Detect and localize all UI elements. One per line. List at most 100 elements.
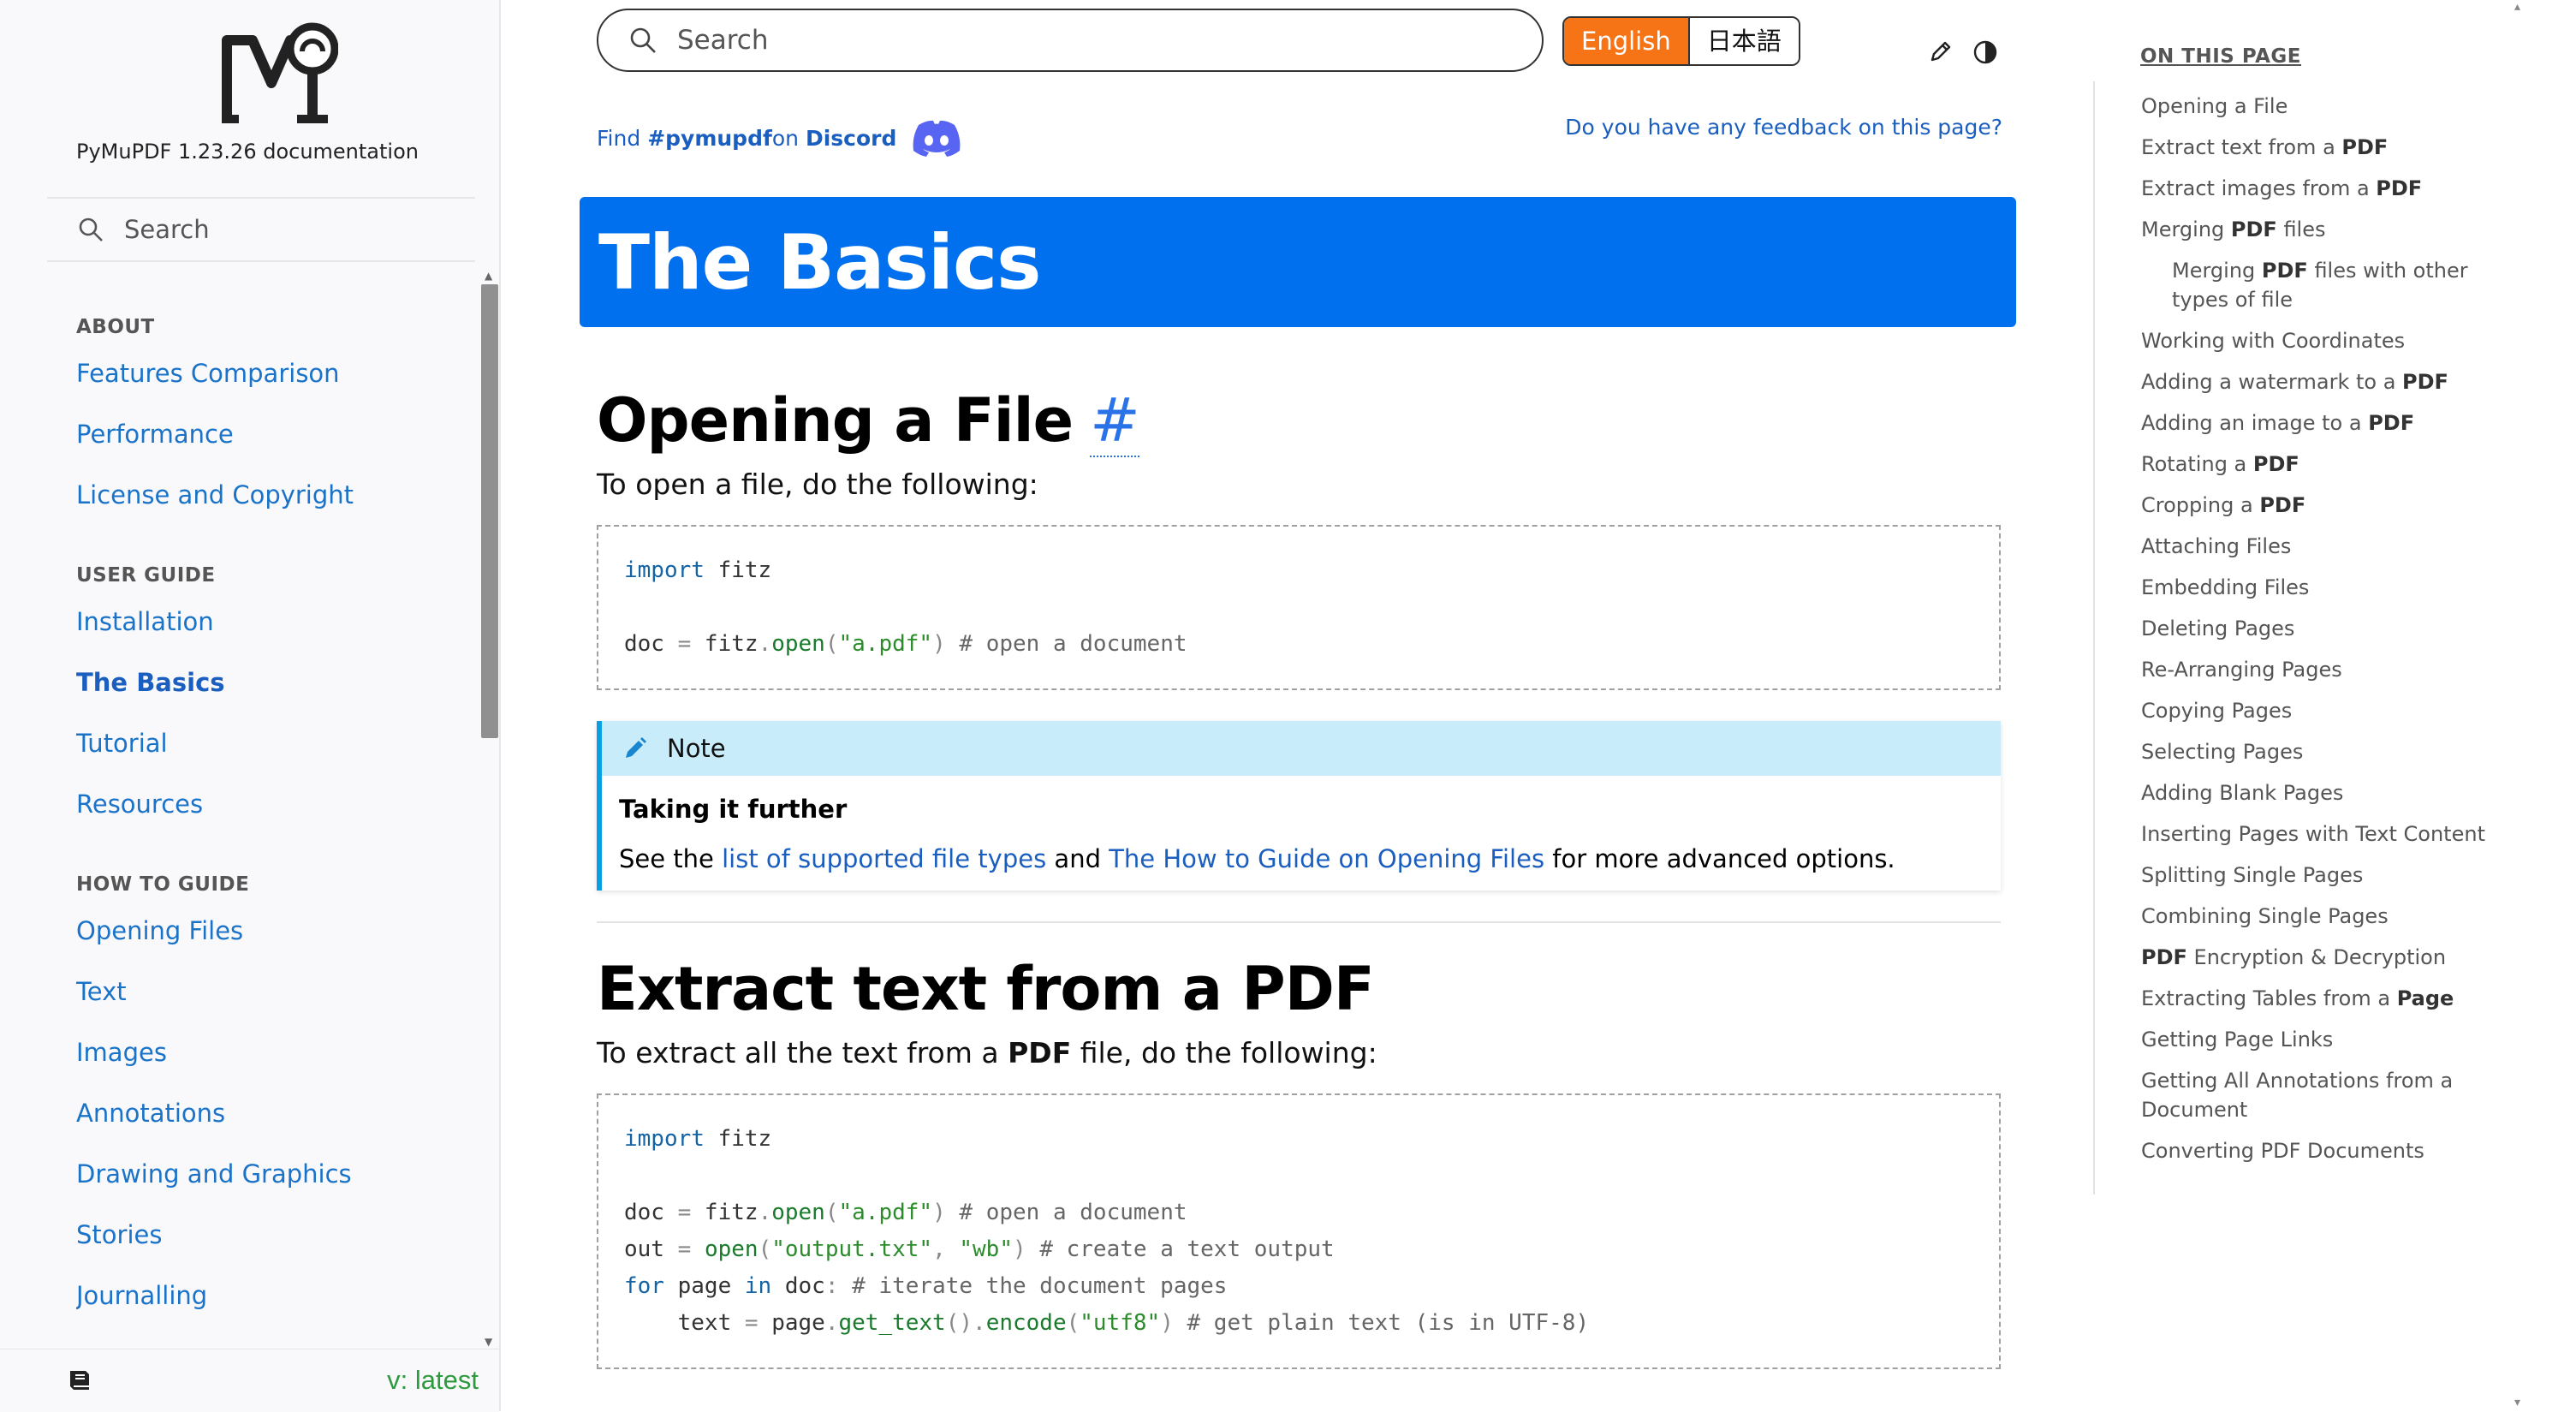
sidebar-item-resources[interactable]: Resources [76, 787, 470, 821]
sidebar-item-images[interactable]: Images [76, 1035, 470, 1069]
code-token: open [704, 1236, 759, 1262]
pencil-icon[interactable] [1928, 39, 1954, 64]
code-token: # open a document [959, 1200, 1187, 1225]
scroll-up-arrow-icon[interactable]: ▲ [485, 270, 492, 282]
code-token: ( [824, 631, 839, 657]
sidebar-item-stories[interactable]: Stories [76, 1218, 470, 1252]
code-token: in [744, 1273, 772, 1299]
code-line: out = open("output.txt", "wb") # create … [624, 1231, 1973, 1268]
toc-item[interactable]: Embedding Files [2141, 573, 2518, 602]
toc-item-text: Copying Pages [2141, 699, 2293, 723]
sidebar-item-license-and-copyright[interactable]: License and Copyright [76, 478, 470, 512]
discord-callout[interactable]: Find #pymupdf on Discord [597, 118, 963, 158]
toc-item[interactable]: Splitting Single Pages [2141, 861, 2518, 890]
toc-item[interactable]: Extracting Tables from a Page [2141, 984, 2518, 1013]
toc-item[interactable]: Working with Coordinates [2141, 326, 2518, 355]
theme-toggle-icon[interactable] [1972, 39, 1999, 66]
language-japanese-button[interactable]: 日本語 [1689, 18, 1799, 64]
intro-pre: To extract all the text from a [597, 1036, 1008, 1069]
toc-item-text: Converting PDF Documents [2141, 1139, 2424, 1163]
project-title[interactable]: PyMuPDF 1.23.26 documentation [76, 140, 419, 164]
code-token: ( [758, 1236, 772, 1262]
toc-item[interactable]: Extract images from a PDF [2141, 174, 2518, 203]
language-switcher: English 日本語 [1562, 16, 1800, 66]
main-search-box[interactable] [597, 9, 1544, 72]
sidebar-item-drawing-and-graphics[interactable]: Drawing and Graphics [76, 1157, 470, 1191]
toc-item[interactable]: Merging PDF files with other types of fi… [2172, 256, 2518, 314]
toc-item[interactable]: Getting Page Links [2141, 1025, 2518, 1054]
sidebar-item-installation[interactable]: Installation [76, 605, 470, 639]
toc-item[interactable]: Getting All Annotations from a Document [2141, 1066, 2518, 1124]
sidebar-item-performance[interactable]: Performance [76, 417, 470, 451]
book-icon[interactable] [67, 1368, 92, 1392]
discord-channel[interactable]: #pymupdf [647, 126, 772, 151]
sidebar-caption: HOW TO GUIDE [76, 873, 250, 896]
toc-item[interactable]: Converting PDF Documents [2141, 1136, 2518, 1165]
sidebar-item-the-basics[interactable]: The Basics [76, 665, 470, 700]
toc-item-text: Extracting Tables from a [2141, 986, 2397, 1010]
toc-item[interactable]: Re-Arranging Pages [2141, 655, 2518, 684]
sidebar-item-features-comparison[interactable]: Features Comparison [76, 356, 470, 390]
code-token: # open a document [959, 631, 1187, 657]
toc-title: ON THIS PAGE [2140, 45, 2302, 68]
page-scroll-up-arrow-icon[interactable]: ▴ [2514, 0, 2520, 14]
toc-item[interactable]: Selecting Pages [2141, 737, 2518, 766]
toc-item[interactable]: Attaching Files [2141, 532, 2518, 561]
toc-item-text: PDF [2259, 493, 2306, 517]
toc-item-text: Rotating a [2141, 452, 2253, 476]
toc-item[interactable]: Extract text from a PDF [2141, 133, 2518, 162]
toc-item[interactable]: Adding an image to a PDF [2141, 408, 2518, 438]
discord-icon[interactable] [910, 118, 963, 158]
toc-item[interactable]: Adding Blank Pages [2141, 778, 2518, 807]
heading-anchor-link[interactable]: # [1090, 385, 1140, 457]
sidebar-caption: ABOUT [76, 316, 155, 338]
toc-item[interactable]: Adding a watermark to a PDF [2141, 367, 2518, 396]
toc-item-text: Extract text from a [2141, 135, 2342, 159]
toc-item[interactable]: Rotating a PDF [2141, 450, 2518, 479]
page-scroll-down-arrow-icon[interactable]: ▾ [2514, 1396, 2520, 1409]
sidebar-item-text[interactable]: Text [76, 974, 470, 1009]
sidebar-item-journalling[interactable]: Journalling [76, 1278, 470, 1313]
code-token: out [624, 1236, 678, 1262]
version-selector[interactable]: v: latest [387, 1365, 479, 1396]
main-search-input[interactable] [675, 24, 1449, 57]
pymupdf-logo[interactable] [218, 19, 338, 130]
toc-item-text: Extract images from a [2141, 176, 2377, 200]
toc-item-text: Re-Arranging Pages [2141, 658, 2342, 682]
code-token: () [945, 1310, 973, 1336]
code-token: doc [624, 1200, 678, 1225]
section-heading-opening-a-file: Opening a File # [597, 385, 2001, 457]
page-title: The Basics [598, 217, 1042, 307]
sidebar-search-box[interactable] [47, 197, 475, 262]
discord-brand[interactable]: Discord [806, 126, 896, 151]
sidebar-scrollbar[interactable]: ▲ ▼ [481, 270, 498, 1361]
sidebar-search-input[interactable] [122, 214, 451, 245]
note-header: Note [602, 721, 2001, 776]
toc-item-text: Merging [2141, 217, 2231, 241]
feedback-link[interactable]: Do you have any feedback on this page? [1565, 115, 2002, 140]
toc-item[interactable]: Deleting Pages [2141, 614, 2518, 643]
code-token: . [758, 1200, 772, 1225]
supported-file-types-link[interactable]: list of supported file types [722, 844, 1046, 873]
toc-item[interactable]: PDF Encryption & Decryption [2141, 943, 2518, 972]
toc-item[interactable]: Inserting Pages with Text Content [2141, 819, 2518, 849]
opening-files-guide-link[interactable]: The How to Guide on Opening Files [1109, 844, 1544, 873]
toc-item[interactable]: Cropping a PDF [2141, 491, 2518, 520]
toc-item[interactable]: Combining Single Pages [2141, 902, 2518, 931]
scroll-down-arrow-icon[interactable]: ▼ [485, 1336, 492, 1348]
toc-item-text: Adding Blank Pages [2141, 781, 2344, 805]
sidebar-item-opening-files[interactable]: Opening Files [76, 914, 470, 948]
toc-item[interactable]: Opening a File [2141, 92, 2518, 121]
toc-item[interactable]: Merging PDF files [2141, 215, 2518, 244]
sidebar-item-annotations[interactable]: Annotations [76, 1096, 470, 1130]
language-english-button[interactable]: English [1564, 18, 1690, 64]
toc-item-text: Adding an image to a [2141, 411, 2369, 435]
toc-item-text: Merging [2172, 259, 2262, 283]
code-token: = [744, 1310, 759, 1336]
code-block-extract-text[interactable]: import fitz doc = fitz.open("a.pdf") # op… [597, 1093, 2001, 1369]
code-token: , [932, 1236, 960, 1262]
code-block-opening-a-file[interactable]: import fitz doc = fitz.open("a.pdf") # op… [597, 525, 2001, 690]
toc-item[interactable]: Copying Pages [2141, 696, 2518, 725]
sidebar-item-tutorial[interactable]: Tutorial [76, 726, 470, 760]
scrollbar-thumb[interactable] [481, 284, 498, 738]
